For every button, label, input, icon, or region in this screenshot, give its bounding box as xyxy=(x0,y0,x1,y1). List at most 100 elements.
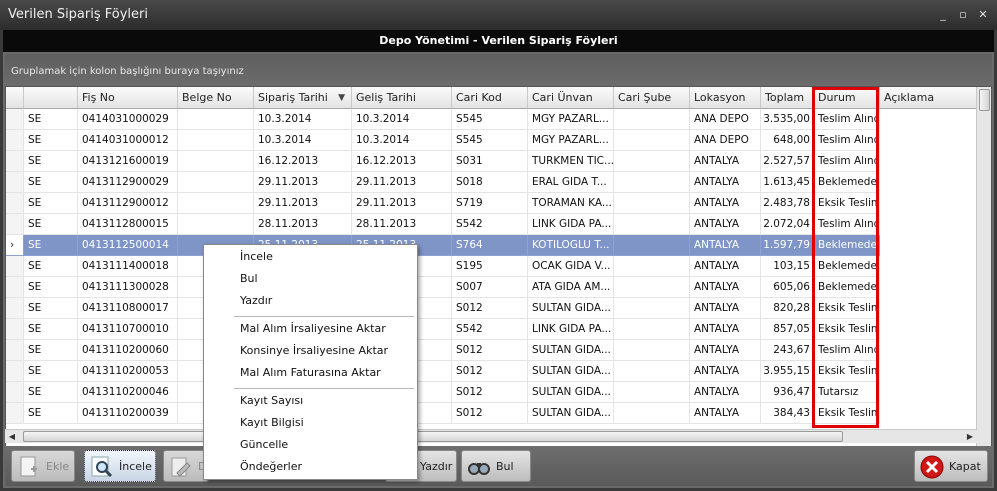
row-indicator[interactable] xyxy=(6,193,24,214)
horizontal-scroll-thumb[interactable] xyxy=(23,431,843,442)
column-header-belge-no[interactable]: Belge No xyxy=(178,87,254,109)
column-header-fis-no[interactable]: Fiş No xyxy=(78,87,178,109)
cell-lokasyon[interactable]: ANTALYA xyxy=(690,151,761,172)
cell-cari-unvan[interactable]: ERAL GIDA T... xyxy=(528,172,614,193)
column-header-siparis-tarihi[interactable]: Sipariş Tarihi ▼ xyxy=(254,87,352,109)
cell-belge-no[interactable] xyxy=(178,214,254,235)
cell-cari-unvan[interactable]: SULTAN GIDA... xyxy=(528,382,614,403)
cell-cari-kod[interactable]: S018 xyxy=(452,172,528,193)
cell-cari-kod[interactable]: S542 xyxy=(452,214,528,235)
cell-durum[interactable]: Beklemede xyxy=(814,277,880,298)
cell-durum[interactable]: Teslim Alındı xyxy=(814,340,880,361)
cell-lokasyon[interactable]: ANTALYA xyxy=(690,277,761,298)
cell-gelis-tarihi[interactable]: 29.11.2013 xyxy=(352,193,452,214)
cell-fis-no[interactable]: 0414031000029 xyxy=(78,109,178,130)
cell-toplam[interactable]: 243,67 xyxy=(761,340,814,361)
scroll-left-arrow-icon[interactable]: ◀ xyxy=(5,430,19,444)
cell-siparis-tarihi[interactable]: 29.11.2013 xyxy=(254,172,352,193)
cell-type[interactable]: SE xyxy=(24,361,78,382)
cell-cari-unvan[interactable]: TORAMAN KA... xyxy=(528,193,614,214)
cell-fis-no[interactable]: 0413112900012 xyxy=(78,193,178,214)
cell-type[interactable]: SE xyxy=(24,151,78,172)
cell-siparis-tarihi[interactable]: 16.12.2013 xyxy=(254,151,352,172)
cell-toplam[interactable]: 2.483,78 xyxy=(761,193,814,214)
row-indicator[interactable] xyxy=(6,319,24,340)
cell-type[interactable]: SE xyxy=(24,403,78,424)
table-row[interactable]: SE 0413111300028 S007 ATA GIDA AM... ANTALYA… xyxy=(6,277,978,298)
cell-cari-sube[interactable] xyxy=(614,214,690,235)
cell-cari-kod[interactable]: S195 xyxy=(452,256,528,277)
cell-lokasyon[interactable]: ANTALYA xyxy=(690,298,761,319)
sort-descending-icon[interactable]: ▼ xyxy=(338,87,345,108)
column-header-indicator[interactable] xyxy=(6,87,24,109)
cell-cari-sube[interactable] xyxy=(614,256,690,277)
cell-cari-unvan[interactable]: MGY PAZARL... xyxy=(528,109,614,130)
cell-cari-unvan[interactable]: SULTAN GIDA... xyxy=(528,298,614,319)
cell-belge-no[interactable] xyxy=(178,151,254,172)
cell-cari-unvan[interactable]: LINK GIDA PA... xyxy=(528,214,614,235)
cell-toplam[interactable]: 648,00 xyxy=(761,130,814,151)
cell-cari-sube[interactable] xyxy=(614,109,690,130)
cell-durum[interactable]: Beklemede xyxy=(814,235,880,256)
cell-cari-sube[interactable] xyxy=(614,235,690,256)
cell-fis-no[interactable]: 0413121600019 xyxy=(78,151,178,172)
cell-fis-no[interactable]: 0413111300028 xyxy=(78,277,178,298)
cell-cari-sube[interactable] xyxy=(614,298,690,319)
table-row[interactable]: SE 0413112900012 29.11.2013 29.11.2013 S719 T… xyxy=(6,193,978,214)
column-header-type[interactable] xyxy=(24,87,78,109)
cell-cari-unvan[interactable]: OCAK GIDA V... xyxy=(528,256,614,277)
menu-item[interactable]: Kayıt Bilgisi xyxy=(204,412,417,434)
cell-toplam[interactable]: 936,47 xyxy=(761,382,814,403)
cell-fis-no[interactable]: 0413111400018 xyxy=(78,256,178,277)
cell-durum[interactable]: Eksik Teslim xyxy=(814,361,880,382)
column-header-durum[interactable]: Durum xyxy=(814,87,880,109)
inspect-button[interactable]: İncele xyxy=(84,450,156,482)
cell-gelis-tarihi[interactable]: 28.11.2013 xyxy=(352,214,452,235)
row-indicator[interactable] xyxy=(6,214,24,235)
cell-lokasyon[interactable]: ANA DEPO xyxy=(690,109,761,130)
menu-item[interactable]: İncele xyxy=(204,246,417,268)
menu-item[interactable]: Mal Alım Faturasına Aktar xyxy=(204,362,417,384)
cell-cari-sube[interactable] xyxy=(614,340,690,361)
cell-cari-unvan[interactable]: KOTILOGLU T... xyxy=(528,235,614,256)
cell-type[interactable]: SE xyxy=(24,298,78,319)
cell-type[interactable]: SE xyxy=(24,340,78,361)
cell-cari-kod[interactable]: S719 xyxy=(452,193,528,214)
cell-durum[interactable]: Teslim Alındı xyxy=(814,109,880,130)
menu-item[interactable]: Yazdır xyxy=(204,290,417,312)
row-indicator[interactable] xyxy=(6,109,24,130)
cell-type[interactable]: SE xyxy=(24,214,78,235)
cell-cari-unvan[interactable]: TURKMEN TIC... xyxy=(528,151,614,172)
cell-fis-no[interactable]: 0413110200053 xyxy=(78,361,178,382)
cell-toplam[interactable]: 103,15 xyxy=(761,256,814,277)
row-indicator[interactable] xyxy=(6,382,24,403)
close-button[interactable]: Kapat xyxy=(914,450,988,482)
cell-durum[interactable]: Eksik Teslim xyxy=(814,298,880,319)
cell-durum[interactable]: Teslim Alındı xyxy=(814,151,880,172)
maximize-button[interactable]: ▫ xyxy=(956,8,970,22)
cell-fis-no[interactable]: 0414031000012 xyxy=(78,130,178,151)
find-button[interactable]: Bul xyxy=(461,450,531,482)
cell-durum[interactable]: Beklemede xyxy=(814,256,880,277)
cell-toplam[interactable]: 2.072,04 xyxy=(761,214,814,235)
cell-cari-kod[interactable]: S007 xyxy=(452,277,528,298)
table-row[interactable]: SE 0413121600019 16.12.2013 16.12.2013 S031 T… xyxy=(6,151,978,172)
cell-durum[interactable]: Eksik Teslim xyxy=(814,403,880,424)
cell-toplam[interactable]: 2.527,57 xyxy=(761,151,814,172)
vertical-scroll-thumb[interactable] xyxy=(979,89,990,111)
cell-type[interactable]: SE xyxy=(24,256,78,277)
table-row[interactable]: SE 0413110700010 S542 LINK GIDA PA... ANTALY… xyxy=(6,319,978,340)
cell-cari-kod[interactable]: S012 xyxy=(452,382,528,403)
cell-lokasyon[interactable]: ANTALYA xyxy=(690,319,761,340)
menu-item[interactable]: Kayıt Sayısı xyxy=(204,390,417,412)
table-row[interactable]: SE 0413110800017 S012 SULTAN GIDA... ANTALYA… xyxy=(6,298,978,319)
cell-durum[interactable]: Teslim Alındı xyxy=(814,130,880,151)
table-row[interactable]: SE 0413110200060 S012 SULTAN GIDA... ANTALYA… xyxy=(6,340,978,361)
cell-cari-kod[interactable]: S012 xyxy=(452,298,528,319)
cell-fis-no[interactable]: 0413110700010 xyxy=(78,319,178,340)
cell-cari-kod[interactable]: S764 xyxy=(452,235,528,256)
cell-fis-no[interactable]: 0413110200039 xyxy=(78,403,178,424)
menu-item[interactable]: Güncelle xyxy=(204,434,417,456)
cell-type[interactable]: SE xyxy=(24,109,78,130)
menu-item[interactable]: Öndeğerler xyxy=(204,456,417,478)
